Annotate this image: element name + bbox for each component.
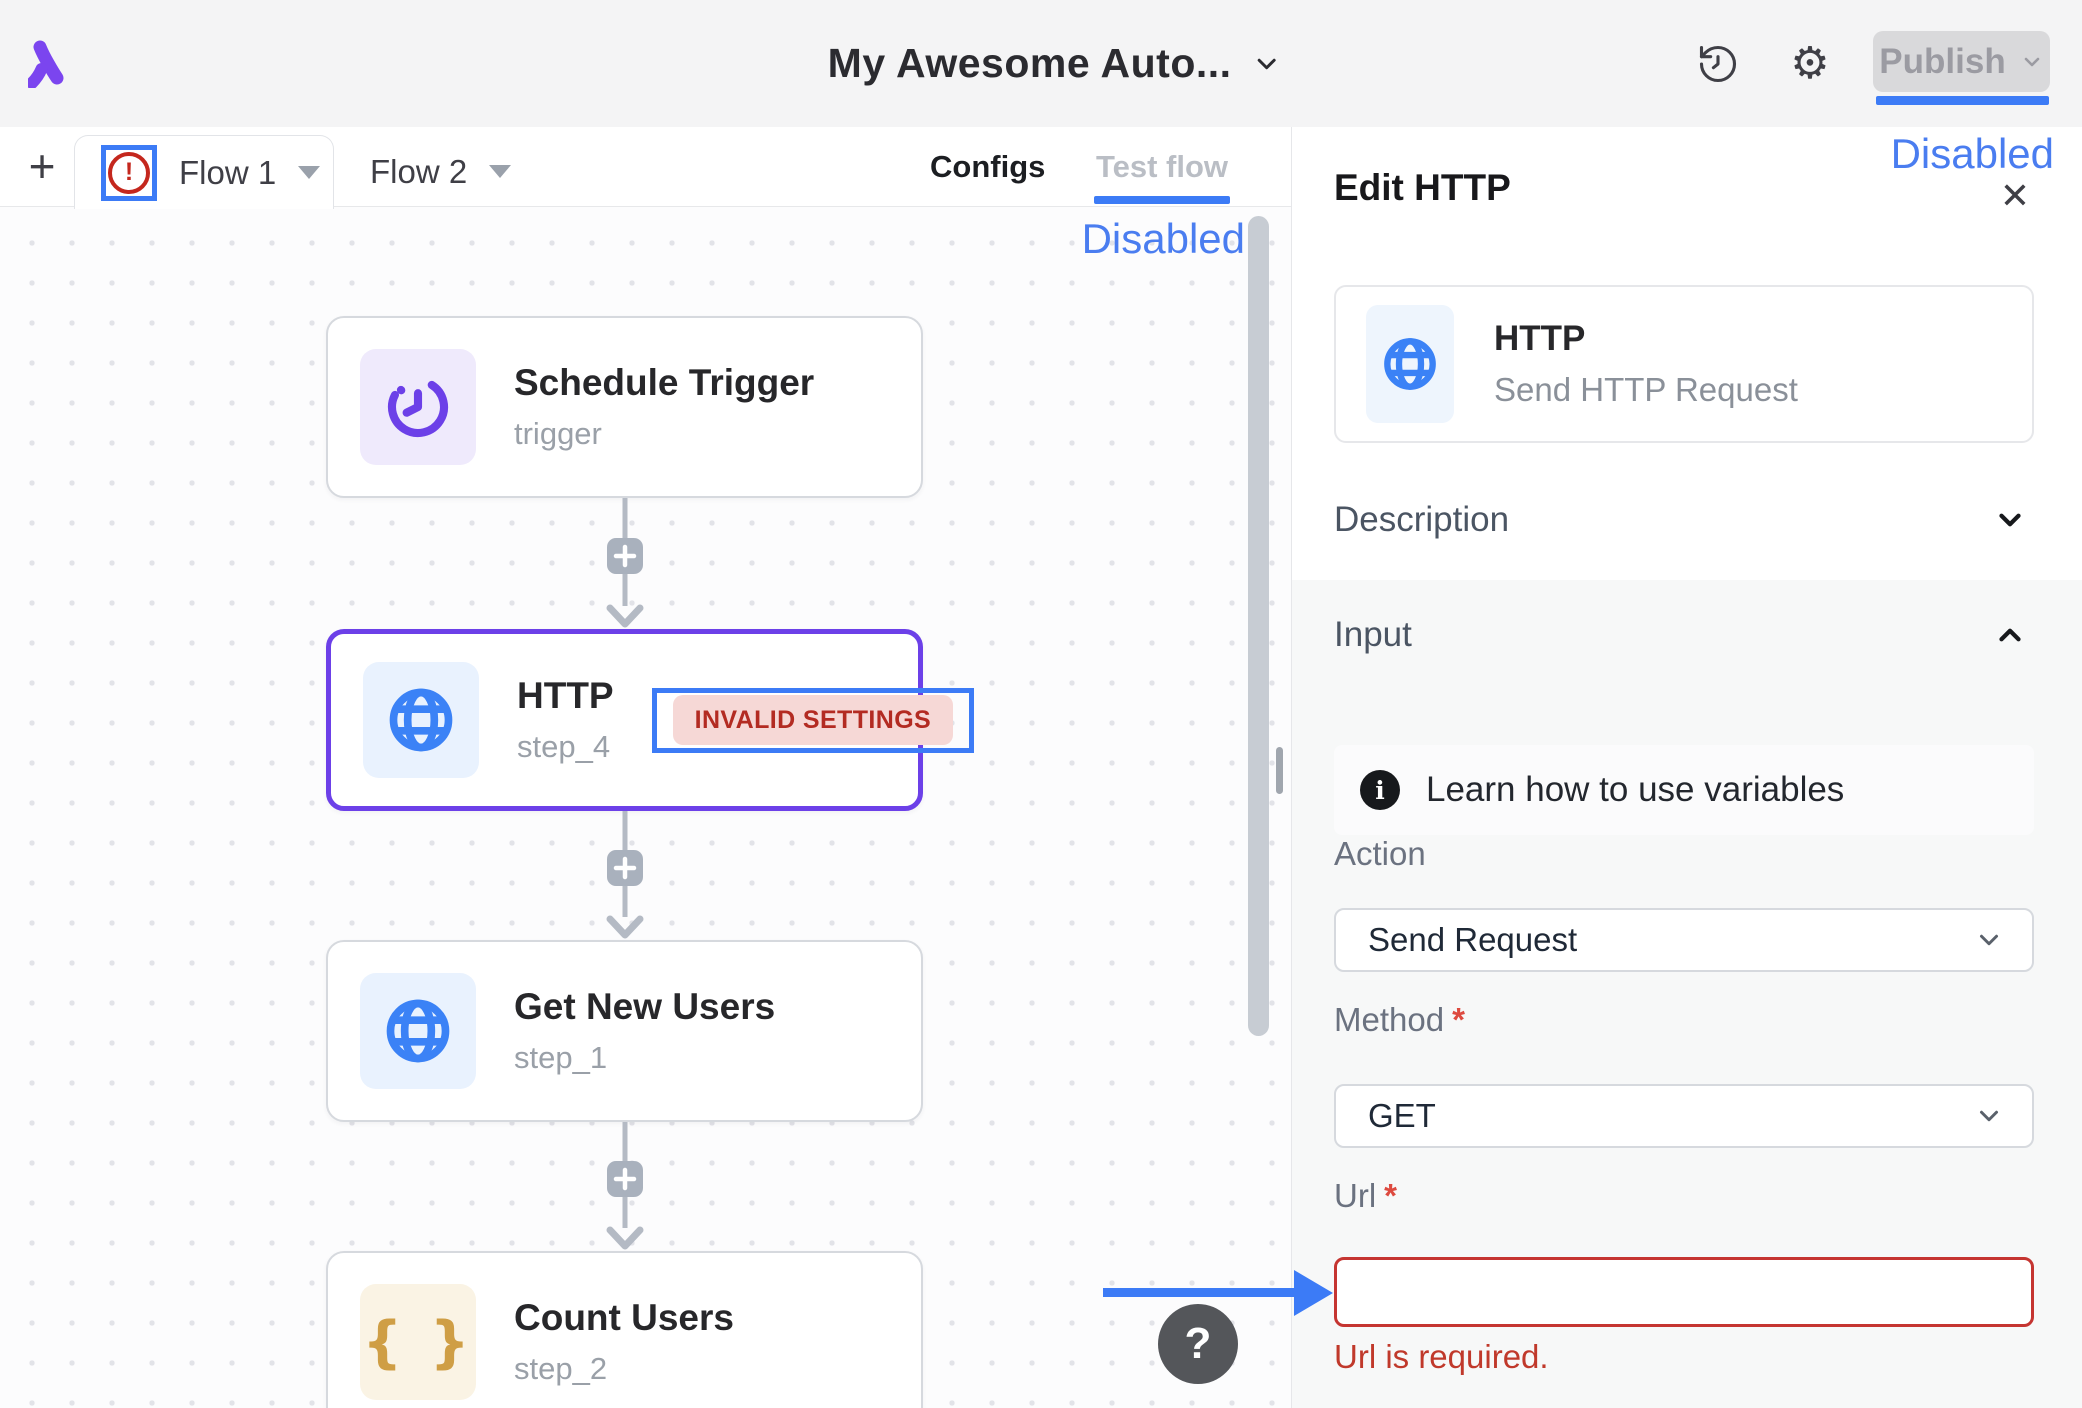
- add-flow-button[interactable]: +: [14, 135, 70, 197]
- globe-icon: [378, 991, 458, 1071]
- node-title: Get New Users: [514, 986, 775, 1028]
- required-asterisk: *: [1452, 1001, 1465, 1038]
- section-description[interactable]: Description: [1292, 460, 2082, 580]
- section-input[interactable]: Input: [1292, 580, 2082, 690]
- edit-step-panel: Disabled Edit HTTP ✕ HTTP Send HTTP Requ…: [1291, 127, 2082, 1408]
- action-label: Action: [1334, 835, 1426, 873]
- invalid-settings-badge: INVALID SETTINGS: [673, 695, 954, 745]
- app-logo-icon[interactable]: [28, 40, 64, 88]
- publish-button[interactable]: Publish: [1873, 31, 2050, 92]
- invalid-settings-annotation-box: INVALID SETTINGS: [652, 688, 975, 753]
- url-arrow-annotation: [1103, 1288, 1297, 1297]
- connector: [605, 498, 645, 629]
- canvas-disabled-annotation: Disabled: [1082, 215, 1245, 263]
- arrow-down-icon: [610, 1230, 640, 1246]
- arrow-down-icon: [610, 919, 640, 935]
- info-icon: i: [1360, 770, 1400, 810]
- panel-title: Edit HTTP: [1334, 167, 1511, 209]
- url-input[interactable]: [1334, 1257, 2034, 1327]
- configs-link[interactable]: Configs: [930, 127, 1045, 207]
- node-title: Schedule Trigger: [514, 362, 814, 404]
- required-asterisk: *: [1384, 1177, 1397, 1214]
- tab-flow-2[interactable]: Flow 2: [344, 135, 544, 208]
- chevron-down-icon: [2020, 50, 2044, 74]
- panel-disabled-annotation: Disabled: [1891, 130, 2054, 178]
- flow-tab-bar: + ! Flow 1 Flow 2 Configs Test flow: [0, 127, 1291, 207]
- chevron-down-icon: [1252, 49, 1282, 79]
- caret-down-icon[interactable]: [489, 165, 511, 178]
- flow-builder-page: My Awesome Auto... ⚙ Publish Disabled + …: [0, 0, 2082, 1408]
- step-card-title: HTTP: [1494, 319, 1798, 359]
- node-get-new-users[interactable]: Get New Users step_1: [326, 940, 923, 1122]
- node-title: Count Users: [514, 1297, 734, 1339]
- flow-title-menu[interactable]: My Awesome Auto...: [828, 0, 1282, 127]
- tab-flow-2-label: Flow 2: [370, 153, 467, 191]
- method-select[interactable]: GET: [1334, 1084, 2034, 1148]
- globe-icon: [1377, 331, 1443, 397]
- input-section: Input i Learn how to use variables Actio…: [1292, 580, 2082, 1408]
- node-schedule-trigger[interactable]: Schedule Trigger trigger: [326, 316, 923, 498]
- test-flow-underline-annotation: [1094, 196, 1230, 204]
- node-title: HTTP: [517, 675, 614, 717]
- chevron-down-icon: [1974, 1101, 2004, 1131]
- error-annotation-box: !: [101, 145, 157, 201]
- caret-down-icon[interactable]: [298, 166, 320, 179]
- history-icon[interactable]: [1694, 40, 1742, 88]
- clock-icon: [379, 368, 457, 446]
- error-icon: !: [108, 152, 150, 194]
- test-flow-link[interactable]: Test flow: [1096, 127, 1228, 207]
- node-http[interactable]: HTTP step_4 INVALID SETTINGS: [326, 629, 923, 811]
- learn-variables-link[interactable]: i Learn how to use variables: [1334, 745, 2034, 835]
- close-icon[interactable]: ✕: [2000, 175, 2030, 217]
- url-error-message: Url is required.: [1334, 1338, 1549, 1376]
- globe-icon: [381, 680, 461, 760]
- url-label: Url*: [1334, 1177, 1397, 1215]
- url-arrow-head-annotation: [1294, 1270, 1333, 1316]
- chevron-down-icon: [1993, 503, 2027, 537]
- help-button[interactable]: ?: [1158, 1304, 1238, 1384]
- flow-title: My Awesome Auto...: [828, 40, 1232, 87]
- arrow-down-icon: [610, 608, 640, 624]
- step-info-card: HTTP Send HTTP Request: [1334, 285, 2034, 443]
- method-label: Method*: [1334, 1001, 1465, 1039]
- publish-label: Publish: [1879, 42, 2005, 82]
- canvas-scrollbar[interactable]: [1248, 216, 1269, 1036]
- step-card-subtitle: Send HTTP Request: [1494, 371, 1798, 409]
- action-select[interactable]: Send Request: [1334, 908, 2034, 972]
- connector: [605, 811, 645, 940]
- node-subtitle: step_4: [517, 729, 614, 765]
- braces-icon: { }: [362, 1310, 473, 1375]
- tab-flow-1[interactable]: ! Flow 1: [74, 135, 334, 209]
- node-subtitle: step_2: [514, 1351, 734, 1387]
- node-count-users[interactable]: { } Count Users step_2: [326, 1251, 923, 1408]
- chevron-up-icon: [1993, 618, 2027, 652]
- tab-flow-1-label: Flow 1: [179, 154, 276, 192]
- top-bar: My Awesome Auto... ⚙ Publish: [0, 0, 2082, 127]
- gear-icon[interactable]: ⚙: [1786, 40, 1834, 88]
- flow-canvas[interactable]: Disabled Schedule Trigger trigger: [0, 207, 1291, 1408]
- connector: [605, 1122, 645, 1251]
- node-subtitle: trigger: [514, 416, 814, 452]
- chevron-down-icon: [1974, 925, 2004, 955]
- panel-resize-handle[interactable]: [1276, 747, 1283, 794]
- publish-underline-annotation: [1876, 96, 2049, 105]
- node-subtitle: step_1: [514, 1040, 775, 1076]
